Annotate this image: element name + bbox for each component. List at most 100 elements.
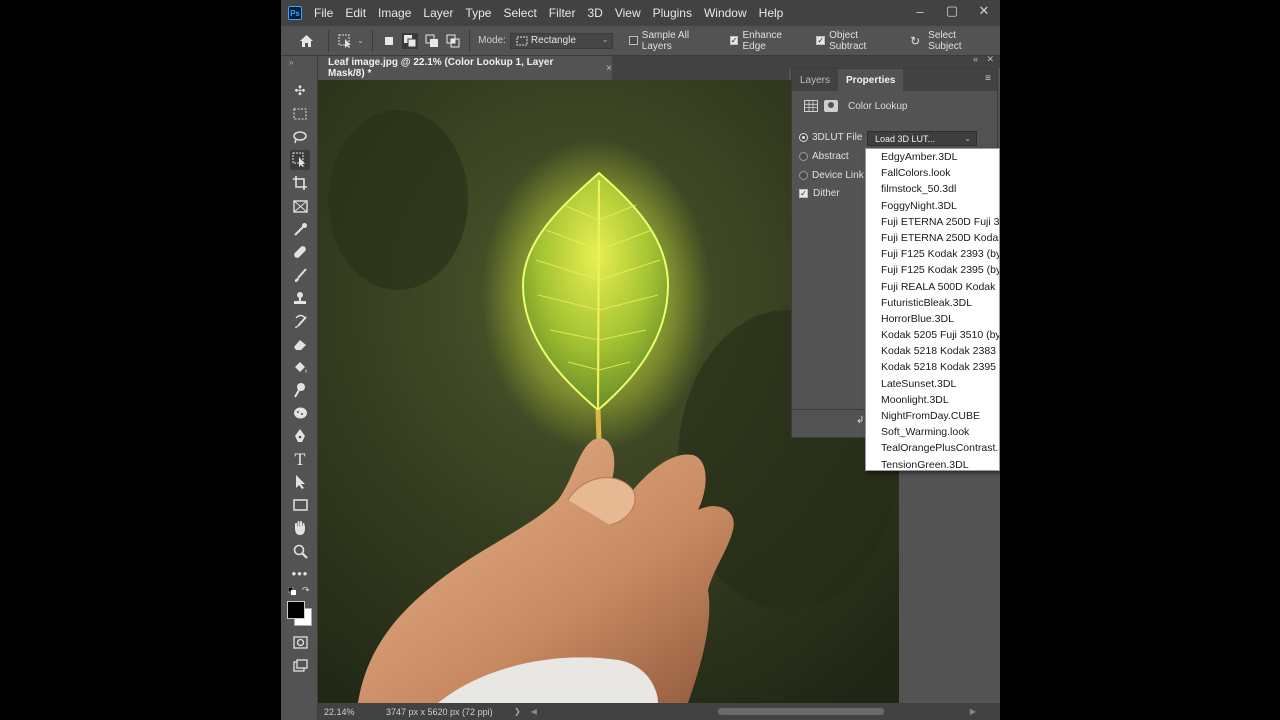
menu-image[interactable]: Image bbox=[378, 6, 411, 20]
minimize-button[interactable]: – bbox=[904, 4, 936, 19]
lut-option[interactable]: TensionGreen.3DL bbox=[866, 457, 999, 470]
crop-tool-icon[interactable] bbox=[290, 173, 310, 193]
subtract-from-selection-icon[interactable] bbox=[424, 33, 440, 49]
lut-option[interactable]: Soft_Warming.look bbox=[866, 424, 999, 440]
foreground-color-swatch[interactable] bbox=[287, 601, 305, 619]
menu-select[interactable]: Select bbox=[503, 6, 536, 20]
lut-option[interactable]: Kodak 5218 Kodak 2395 ( bbox=[866, 359, 999, 375]
quick-mask-icon[interactable] bbox=[290, 632, 310, 652]
checkbox-checked-icon: ✓ bbox=[729, 36, 739, 45]
menu-plugins[interactable]: Plugins bbox=[653, 6, 692, 20]
lut-option[interactable]: Moonlight.3DL bbox=[866, 392, 999, 408]
horizontal-scrollbar-thumb[interactable] bbox=[718, 708, 884, 715]
3dlut-file-select[interactable]: Load 3D LUT... ⌄ bbox=[867, 131, 977, 146]
zoom-level[interactable]: 22.14% bbox=[324, 707, 386, 717]
chevron-down-icon[interactable]: ⌄ bbox=[357, 36, 364, 45]
menu-type[interactable]: Type bbox=[465, 6, 491, 20]
frame-tool-icon[interactable] bbox=[290, 196, 310, 216]
menu-help[interactable]: Help bbox=[759, 6, 784, 20]
close-panel-icon[interactable]: ✕ bbox=[986, 54, 994, 65]
tab-layers[interactable]: Layers bbox=[792, 69, 838, 91]
menu-window[interactable]: Window bbox=[704, 6, 747, 20]
move-tool-icon[interactable]: ✣ bbox=[290, 81, 310, 101]
menu-filter[interactable]: Filter bbox=[549, 6, 576, 20]
sample-all-layers-checkbox[interactable]: Sample All Layers bbox=[628, 30, 720, 52]
intersect-selection-icon[interactable] bbox=[446, 33, 462, 49]
select-subject-button[interactable]: ↻ Select Subject bbox=[910, 30, 990, 52]
menu-file[interactable]: File bbox=[314, 6, 333, 20]
clone-stamp-tool-icon[interactable] bbox=[290, 288, 310, 308]
menu-layer[interactable]: Layer bbox=[423, 6, 453, 20]
healing-brush-tool-icon[interactable] bbox=[290, 242, 310, 262]
history-brush-tool-icon[interactable] bbox=[290, 311, 310, 331]
rectangle-tool-icon[interactable] bbox=[290, 495, 310, 515]
mode-select[interactable]: Rectangle ⌄ bbox=[509, 32, 614, 49]
lut-option[interactable]: filmstock_50.3dl bbox=[866, 181, 999, 197]
3dlut-select-value: Load 3D LUT... bbox=[875, 133, 936, 144]
paint-bucket-tool-icon[interactable] bbox=[290, 357, 310, 377]
collapse-panel-icon[interactable]: « bbox=[973, 54, 978, 64]
lut-option[interactable]: LateSunset.3DL bbox=[866, 376, 999, 392]
type-tool-icon[interactable]: T bbox=[290, 449, 310, 469]
lut-option[interactable]: FallColors.look bbox=[866, 165, 999, 181]
lut-option[interactable]: Fuji F125 Kodak 2395 (by bbox=[866, 262, 999, 278]
lut-option[interactable]: FuturisticBleak.3DL bbox=[866, 295, 999, 311]
eyedropper-tool-icon[interactable] bbox=[290, 219, 310, 239]
option-abstract[interactable]: Abstract bbox=[799, 151, 849, 162]
swap-colors-icon[interactable]: ↷ bbox=[302, 585, 310, 596]
expand-panel-icon[interactable]: » bbox=[289, 58, 293, 67]
panel-menu-icon[interactable]: ≡ bbox=[985, 73, 991, 84]
lut-option[interactable]: Fuji ETERNA 250D Kodak bbox=[866, 230, 999, 246]
layer-mask-icon[interactable] bbox=[824, 100, 838, 112]
lut-option[interactable]: Kodak 5218 Kodak 2383 ( bbox=[866, 343, 999, 359]
close-window-button[interactable]: ✕ bbox=[968, 3, 1000, 19]
object-subtract-checkbox[interactable]: ✓ Object Subtract bbox=[816, 30, 896, 52]
status-menu-arrow-icon[interactable]: ❯ bbox=[514, 707, 521, 716]
scroll-right-icon[interactable]: ▶ bbox=[970, 707, 976, 716]
scroll-left-icon[interactable]: ◀ bbox=[531, 707, 537, 716]
default-colors-icon[interactable] bbox=[287, 586, 296, 595]
dither-label: Dither bbox=[813, 188, 840, 199]
add-to-selection-icon[interactable] bbox=[402, 32, 418, 49]
menu-3d[interactable]: 3D bbox=[587, 6, 602, 20]
document-tab[interactable]: Leaf image.jpg @ 22.1% (Color Lookup 1, … bbox=[318, 56, 612, 80]
tab-properties[interactable]: Properties bbox=[838, 69, 904, 91]
more-tools-icon[interactable]: ••• bbox=[290, 563, 310, 583]
pen-tool-icon[interactable] bbox=[290, 426, 310, 446]
color-lookup-grid-icon[interactable] bbox=[804, 100, 818, 112]
brush-tool-icon[interactable] bbox=[290, 265, 310, 285]
option-device-link[interactable]: Device Link bbox=[799, 170, 864, 181]
path-selection-tool-icon[interactable] bbox=[290, 472, 310, 492]
enhance-edge-checkbox[interactable]: ✓ Enhance Edge bbox=[729, 29, 807, 52]
clip-to-layer-icon[interactable]: ↲ bbox=[856, 415, 864, 426]
lasso-tool-icon[interactable] bbox=[290, 127, 310, 147]
sponge-tool-icon[interactable] bbox=[290, 403, 310, 423]
close-document-icon[interactable]: × bbox=[606, 63, 612, 74]
lut-option[interactable]: EdgyAmber.3DL bbox=[866, 149, 999, 165]
lut-option[interactable]: Fuji REALA 500D Kodak 2 bbox=[866, 279, 999, 295]
object-selection-tool-icon[interactable] bbox=[290, 150, 310, 170]
dodge-tool-icon[interactable] bbox=[290, 380, 310, 400]
marquee-tool-icon[interactable] bbox=[290, 104, 310, 124]
lut-option[interactable]: Fuji ETERNA 250D Fuji 35 bbox=[866, 214, 999, 230]
zoom-tool-icon[interactable] bbox=[290, 541, 310, 561]
lut-option[interactable]: Fuji F125 Kodak 2393 (by bbox=[866, 246, 999, 262]
menu-view[interactable]: View bbox=[615, 6, 641, 20]
dither-checkbox[interactable]: ✓ Dither bbox=[799, 188, 840, 199]
lut-option[interactable]: HorrorBlue.3DL bbox=[866, 311, 999, 327]
lut-option[interactable]: FoggyNight.3DL bbox=[866, 198, 999, 214]
home-icon[interactable] bbox=[299, 33, 315, 49]
enhance-edge-label: Enhance Edge bbox=[742, 29, 782, 52]
lut-option[interactable]: NightFromDay.CUBE bbox=[866, 408, 999, 424]
menu-edit[interactable]: Edit bbox=[345, 6, 366, 20]
eraser-tool-icon[interactable] bbox=[290, 334, 310, 354]
lut-option[interactable]: TealOrangePlusContrast.3 bbox=[866, 440, 999, 456]
3dlut-dropdown-list: EdgyAmber.3DL FallColors.look filmstock_… bbox=[865, 148, 1000, 471]
lut-option[interactable]: Kodak 5205 Fuji 3510 (by bbox=[866, 327, 999, 343]
option-3dlut-file[interactable]: 3DLUT File bbox=[799, 132, 862, 143]
object-selection-preset-icon[interactable] bbox=[337, 33, 353, 49]
new-selection-icon[interactable] bbox=[381, 33, 397, 49]
hand-tool-icon[interactable] bbox=[290, 518, 310, 538]
screen-mode-icon[interactable] bbox=[290, 655, 310, 675]
maximize-button[interactable]: ▢ bbox=[936, 3, 968, 19]
